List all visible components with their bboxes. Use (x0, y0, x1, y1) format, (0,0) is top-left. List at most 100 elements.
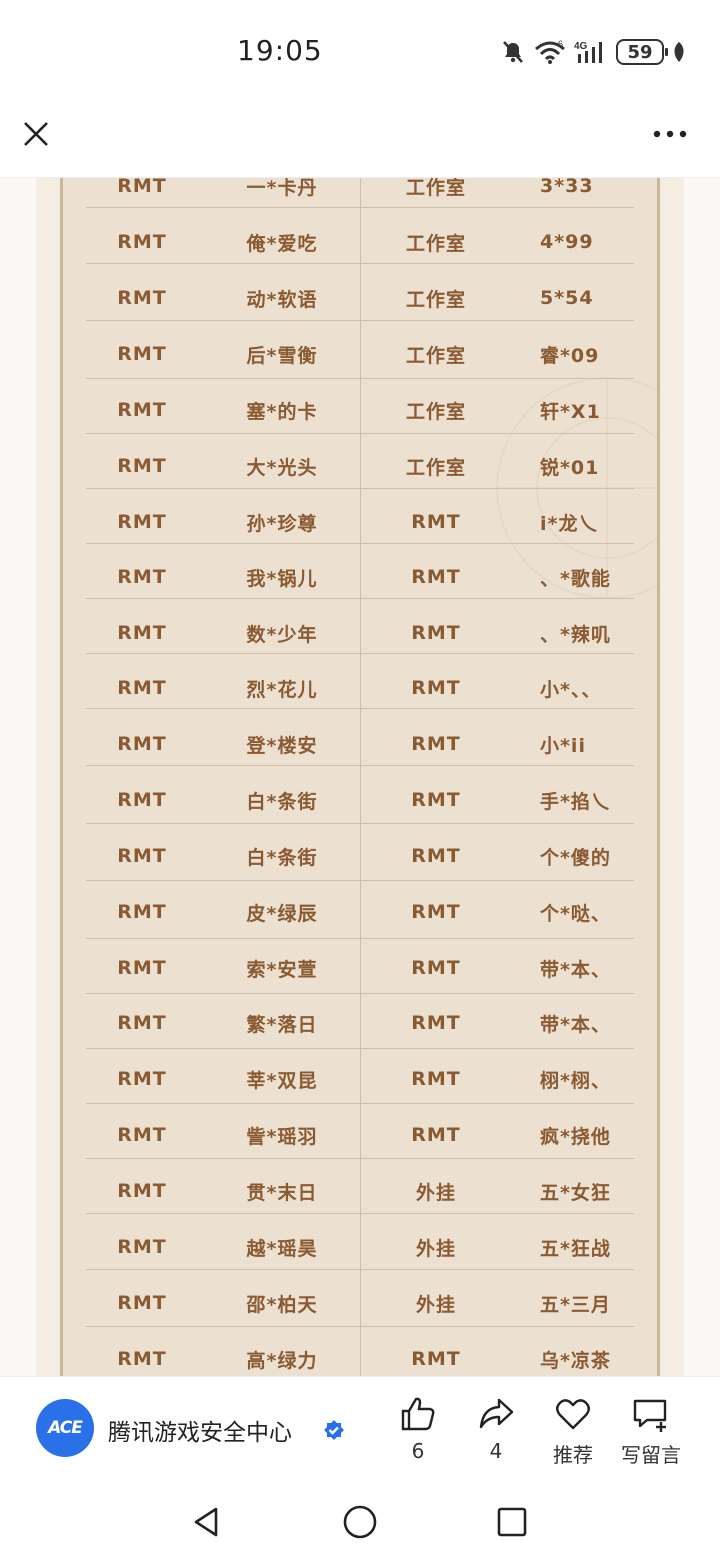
svg-text:4G: 4G (574, 41, 588, 52)
close-icon (24, 122, 48, 146)
table-row: RMT 俺*爱吃 工作室 4*99 (0, 214, 720, 270)
more-options-button[interactable] (650, 116, 690, 152)
table-row-divider (86, 598, 634, 599)
table-cell: RMT (117, 1236, 167, 1258)
comment-add-icon (633, 1399, 667, 1432)
table-row: RMT 孙*珍尊 RMT i*龙乀 (0, 494, 720, 550)
table-row-divider (86, 320, 634, 321)
table-cell: 外挂 (415, 1237, 456, 1260)
table-row-divider (86, 993, 634, 994)
table-cell: RMT (117, 178, 167, 197)
write-comment-button[interactable]: 写留言 (611, 1395, 691, 1468)
table-cell: i*龙乀 (540, 512, 599, 535)
table-cell: 4*99 (540, 231, 594, 253)
leaf-icon (674, 42, 684, 62)
table-cell: RMT (117, 845, 167, 867)
table-cell: 五*女狂 (540, 1181, 611, 1204)
table-cell: RMT (411, 789, 461, 811)
table-cell: RMT (117, 1292, 167, 1314)
table-row: RMT 白*条街 RMT 个*傻的 (0, 828, 720, 884)
table-row: RMT 邵*柏天 外挂 五*三月 (0, 1275, 720, 1331)
table-row: RMT 高*绿力 RMT 乌*凉茶 (0, 1331, 720, 1376)
table-row-divider (86, 653, 634, 654)
table-row: RMT 繁*落日 RMT 带*本、 (0, 995, 720, 1051)
table-cell: RMT (117, 901, 167, 923)
table-row-divider (86, 1158, 634, 1159)
table-cell: 高*绿力 (246, 1349, 318, 1372)
table-row: RMT 登*楼安 RMT 小*ii (0, 716, 720, 772)
table-cell: 工作室 (405, 288, 466, 311)
recents-square-icon (497, 1507, 527, 1537)
table-cell: 栩*栩、 (540, 1069, 611, 1092)
table-cell: RMT (411, 733, 461, 755)
table-cell: RMT (411, 1348, 461, 1370)
table-cell: 一*卡丹 (246, 178, 318, 199)
recents-button[interactable] (492, 1502, 532, 1542)
table-row: RMT 越*瑶昊 外挂 五*狂战 (0, 1219, 720, 1275)
table-cell: RMT (117, 455, 167, 477)
table-cell: 俺*爱吃 (246, 232, 318, 255)
system-nav-bar (0, 1486, 720, 1560)
table-cell: RMT (411, 1012, 461, 1034)
share-arrow-icon (479, 1398, 514, 1429)
table-cell: 繁*落日 (246, 1013, 318, 1036)
author-name[interactable]: 腾讯游戏安全中心 (108, 1413, 292, 1447)
table-cell: 大*光头 (246, 456, 318, 479)
table-cell: RMT (117, 1012, 167, 1034)
table-row: RMT 莘*双昆 RMT 栩*栩、 (0, 1051, 720, 1107)
table-row-divider (86, 765, 634, 766)
table-cell: 工作室 (405, 178, 466, 199)
table-row-divider (86, 1269, 634, 1270)
table-row-divider (86, 433, 634, 434)
table-cell: 个*哒、 (540, 902, 611, 925)
battery-level: 59 (627, 41, 653, 63)
table-cell: 带*本、 (540, 1013, 611, 1036)
table-cell: 五*狂战 (540, 1237, 611, 1260)
table-cell: 3*33 (540, 178, 594, 197)
wifi-icon: 6 (535, 39, 565, 64)
author-avatar[interactable]: ACE (36, 1399, 94, 1457)
recommend-button[interactable]: 推荐 (533, 1395, 613, 1468)
table-row: RMT 贯*末日 外挂 五*女狂 (0, 1163, 720, 1219)
table-cell: RMT (117, 957, 167, 979)
table-cell: RMT (117, 511, 167, 533)
table-cell: 工作室 (405, 456, 466, 479)
table-cell: 登*楼安 (246, 734, 318, 757)
table-cell: RMT (117, 789, 167, 811)
back-triangle-icon (194, 1507, 218, 1537)
signal-icon: 4G (574, 41, 602, 63)
close-button[interactable] (18, 116, 54, 152)
table-cell: 工作室 (405, 344, 466, 367)
table-row-divider (86, 1103, 634, 1104)
table-row: RMT 动*软语 工作室 5*54 (0, 270, 720, 326)
share-button[interactable]: 4 (456, 1395, 536, 1463)
share-count: 4 (489, 1439, 503, 1463)
home-circle-icon (343, 1505, 377, 1539)
table-cell: 手*掐乀 (540, 790, 611, 813)
table-row-divider (86, 543, 634, 544)
table-cell: 外挂 (415, 1181, 456, 1204)
heart-icon (556, 1399, 590, 1430)
article-image: RMT 一*卡丹 工作室 3*33 RMT 俺*爱吃 工作室 4*99 RMT 动*软语 工作室 5*… (0, 178, 720, 1376)
table-cell: 小*ii (540, 734, 586, 757)
back-button[interactable] (186, 1502, 226, 1542)
like-button[interactable]: 6 (378, 1395, 458, 1463)
table-cell: 锐*01 (540, 456, 600, 479)
table-row: RMT 我*锅儿 RMT 、*歌能 (0, 549, 720, 605)
table-row: RMT 后*雪衡 工作室 睿*09 (0, 326, 720, 382)
table-row-divider (86, 263, 634, 264)
status-time: 19:05 (237, 34, 323, 67)
table-cell: 訾*瑶羽 (246, 1125, 318, 1148)
table-row: RMT 一*卡丹 工作室 3*33 (0, 178, 720, 214)
table-cell: RMT (411, 1124, 461, 1146)
recommend-label: 推荐 (553, 1443, 593, 1467)
action-bar: ACE 腾讯游戏安全中心 6 4 推荐 写留言 (0, 1376, 720, 1486)
table-cell: 孙*珍尊 (246, 512, 318, 535)
table-cell: RMT (117, 399, 167, 421)
table-cell: 轩*X1 (540, 400, 601, 423)
table-cell: RMT (117, 566, 167, 588)
home-button[interactable] (340, 1502, 380, 1542)
table-cell: RMT (117, 733, 167, 755)
table-row-divider (86, 1048, 634, 1049)
table-cell: RMT (411, 566, 461, 588)
